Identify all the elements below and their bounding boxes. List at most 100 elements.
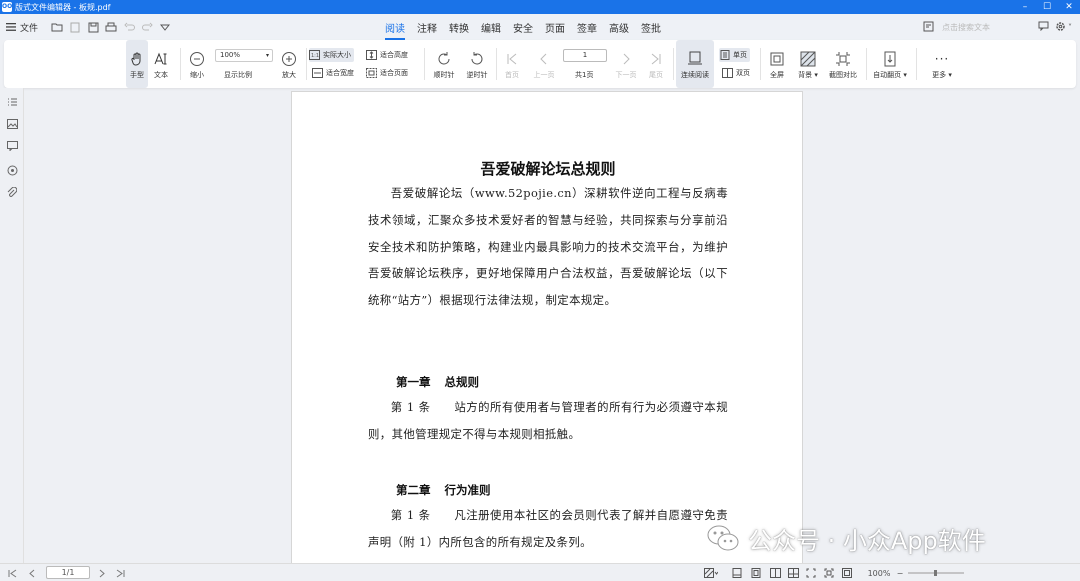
double-page-icon — [722, 68, 733, 78]
auto-scroll-button[interactable]: 自动翻页 ▾ — [870, 40, 910, 88]
attachment-icon[interactable] — [6, 186, 18, 198]
tab-approve[interactable]: 签批 — [641, 16, 661, 39]
zoom-out-button[interactable]: 缩小 — [184, 40, 210, 88]
chapter-one-heading: 第一章 总规则 — [396, 374, 479, 390]
double-page-view-icon[interactable] — [768, 567, 782, 579]
minimize-icon[interactable]: – — [1014, 0, 1036, 14]
auto-scroll-label: 自动翻页 ▾ — [873, 71, 907, 79]
fit-width-icon — [312, 68, 323, 78]
chevron-right-icon[interactable] — [96, 567, 108, 579]
next-page-label: 下一页 — [615, 71, 637, 79]
fullscreen-button[interactable]: 全屏 — [764, 40, 790, 88]
page-indicator-input[interactable]: 1/1 — [46, 566, 90, 579]
chevron-left-icon — [537, 48, 551, 70]
customize-dropdown-icon[interactable] — [156, 18, 174, 36]
tab-read[interactable]: 阅读 — [385, 16, 405, 40]
toolbar-divider — [760, 48, 761, 80]
zoom-level[interactable]: 100% — [864, 567, 894, 579]
single-page-button[interactable]: 单页 — [719, 48, 750, 62]
search-text-icon[interactable] — [923, 21, 934, 34]
fit-page-label: 适合页面 — [380, 69, 408, 77]
chapter-title: 总规则 — [444, 375, 480, 389]
double-page-button[interactable]: 双页 — [722, 66, 750, 80]
background-pattern-icon — [800, 48, 816, 70]
background-pattern-icon[interactable] — [702, 567, 720, 579]
chapter-number: 第二章 — [396, 483, 431, 497]
document-page: 吾爱破解论坛总规则 吾爱破解论坛（www.52pojie.cn）深耕软件逆向工程… — [291, 91, 803, 571]
double-page-label: 双页 — [736, 69, 750, 77]
fit-width-button[interactable]: 适合宽度 — [312, 66, 354, 80]
tab-edit[interactable]: 编辑 — [481, 16, 501, 39]
zoom-slider[interactable] — [908, 567, 964, 579]
chapter-number: 第一章 — [396, 375, 431, 389]
zoom-in-button[interactable]: 放大 — [276, 40, 302, 88]
maximize-icon[interactable]: ☐ — [1036, 0, 1058, 14]
chevron-down-icon[interactable]: ˅ — [1068, 23, 1072, 32]
gear-icon[interactable] — [1055, 21, 1066, 34]
chevron-down-icon: ▾ — [265, 52, 269, 59]
more-button[interactable]: ··· 更多 ▾ — [924, 40, 960, 88]
background-button[interactable]: 背景 ▾ — [793, 40, 823, 88]
zoom-ratio-label: 显示比例 — [224, 71, 252, 79]
continuous-view-icon[interactable] — [749, 567, 763, 579]
redo-icon[interactable] — [138, 18, 156, 36]
fullscreen-icon[interactable] — [840, 567, 854, 579]
zoom-select[interactable]: 100% ▾ — [215, 49, 273, 62]
rotate-counterclockwise-button[interactable]: 逆时针 — [463, 40, 491, 88]
title-bar: OO 版式文件编辑器 - 板规.pdf – ☐ ✕ — [0, 0, 1080, 14]
tab-security[interactable]: 安全 — [513, 16, 533, 39]
thumbnail-icon[interactable] — [6, 118, 18, 130]
fit-height-button[interactable]: 适合高度 — [366, 48, 408, 62]
reading-toolbar: 手型 文本 缩小 100% ▾ 显示比例 放大 1:1 实际大小 适合高度 适合… — [4, 40, 1076, 88]
actual-size-button[interactable]: 1:1 实际大小 — [309, 48, 354, 62]
hand-icon — [129, 48, 145, 70]
text-tool-button[interactable]: 文本 — [150, 40, 172, 88]
comments-panel-icon[interactable] — [6, 140, 18, 152]
tab-annotate[interactable]: 注释 — [417, 16, 437, 39]
continuous-reading-button[interactable]: 连续阅读 — [676, 40, 714, 88]
last-page-button[interactable]: 尾页 — [645, 40, 667, 88]
comment-icon[interactable] — [1038, 21, 1049, 33]
single-page-view-icon[interactable] — [730, 567, 744, 579]
ribbon-tabs: 阅读 注释 转换 编辑 安全 页面 签章 高级 签批 — [385, 14, 673, 40]
save-icon[interactable] — [84, 18, 102, 36]
text-tool-label: 文本 — [154, 71, 168, 79]
first-page-icon[interactable] — [6, 567, 18, 579]
first-page-icon — [505, 48, 519, 70]
outline-icon[interactable] — [6, 96, 18, 108]
open-folder-icon[interactable] — [48, 18, 66, 36]
chevron-left-icon[interactable] — [26, 567, 38, 579]
undo-icon[interactable] — [120, 18, 138, 36]
window-title: 版式文件编辑器 - 板规.pdf — [15, 2, 111, 12]
chevron-right-icon — [619, 48, 633, 70]
more-label: 更多 ▾ — [932, 71, 952, 79]
print-icon[interactable] — [102, 18, 120, 36]
page-number-input[interactable]: 1 — [563, 49, 607, 62]
close-icon[interactable]: ✕ — [1058, 0, 1080, 14]
tab-convert[interactable]: 转换 — [449, 16, 469, 39]
next-page-button[interactable]: 下一页 — [613, 40, 639, 88]
zoom-out-icon[interactable]: − — [896, 567, 904, 579]
continuous-reading-icon — [687, 48, 703, 70]
hand-tool-button[interactable]: 手型 — [126, 40, 148, 88]
file-menu[interactable]: 文件 — [6, 21, 38, 34]
bookmark-icon[interactable] — [6, 164, 18, 176]
new-file-icon[interactable] — [66, 18, 84, 36]
fit-page-icon[interactable] — [804, 567, 818, 579]
hand-tool-label: 手型 — [130, 71, 144, 79]
tab-sign[interactable]: 签章 — [577, 16, 597, 39]
single-page-icon — [719, 50, 730, 60]
toolbar-divider — [916, 48, 917, 80]
tab-advanced[interactable]: 高级 — [609, 16, 629, 39]
fit-width-icon[interactable] — [822, 567, 836, 579]
last-page-icon[interactable] — [114, 567, 126, 579]
screenshot-compare-button[interactable]: 截图对比 — [826, 40, 860, 88]
tab-page[interactable]: 页面 — [545, 16, 565, 39]
first-page-button[interactable]: 首页 — [501, 40, 523, 88]
prev-page-button[interactable]: 上一页 — [531, 40, 557, 88]
double-continuous-view-icon[interactable] — [786, 567, 800, 579]
search-input[interactable]: 点击搜索文本 — [942, 22, 1038, 33]
fit-page-button[interactable]: 适合页面 — [366, 66, 408, 80]
rotate-clockwise-button[interactable]: 顺时针 — [430, 40, 458, 88]
more-dots-icon: ··· — [934, 52, 950, 66]
